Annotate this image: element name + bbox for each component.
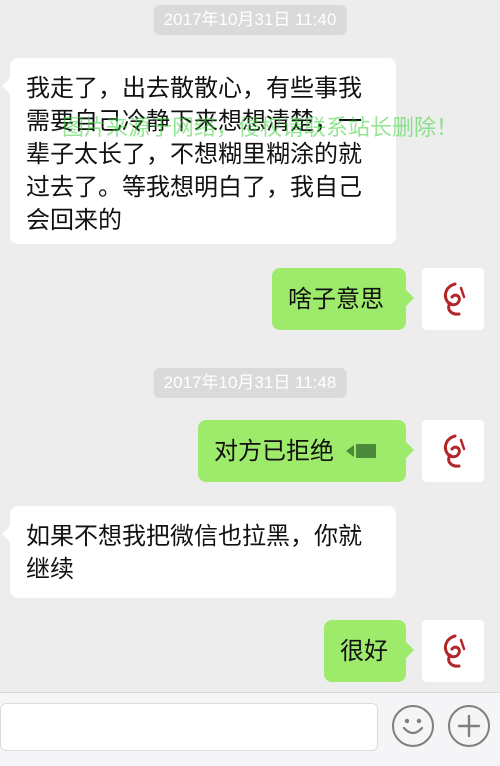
- message-input[interactable]: [0, 703, 378, 751]
- chat-area: 2017年10月31日 11:40 我走了，出去散散心，有些事我需要自己冷静下来…: [0, 0, 500, 700]
- message-text: 很好: [340, 636, 388, 665]
- timestamp: 2017年10月31日 11:40: [153, 5, 347, 35]
- avatar[interactable]: [422, 268, 484, 330]
- avatar[interactable]: [422, 620, 484, 682]
- avatar-logo-icon: [443, 434, 466, 468]
- plus-icon: [457, 714, 481, 738]
- message-bubble-outgoing[interactable]: 对方已拒绝: [198, 420, 414, 482]
- avatar-logo-icon: [443, 634, 466, 668]
- emoji-icon: [402, 718, 424, 735]
- add-button[interactable]: [448, 705, 490, 747]
- avatar-logo-icon: [443, 282, 466, 316]
- message-bubble-outgoing[interactable]: 很好: [324, 620, 414, 682]
- message-bubble-incoming[interactable]: 如果不想我把微信也拉黑，你就继续: [2, 506, 396, 598]
- timestamp: 2017年10月31日 11:48: [153, 368, 347, 398]
- emoji-button[interactable]: [392, 705, 434, 747]
- video-call-icon: [346, 442, 376, 460]
- message-text: 对方已拒绝: [214, 436, 334, 465]
- input-bar: [0, 692, 500, 766]
- message-bubble-incoming[interactable]: 我走了，出去散散心，有些事我需要自己冷静下来想想清楚，一辈子太长了，不想糊里糊涂…: [2, 58, 396, 244]
- message-text: 啥子意思: [288, 284, 384, 313]
- avatar[interactable]: [422, 420, 484, 482]
- message-bubble-outgoing[interactable]: 啥子意思: [272, 268, 414, 330]
